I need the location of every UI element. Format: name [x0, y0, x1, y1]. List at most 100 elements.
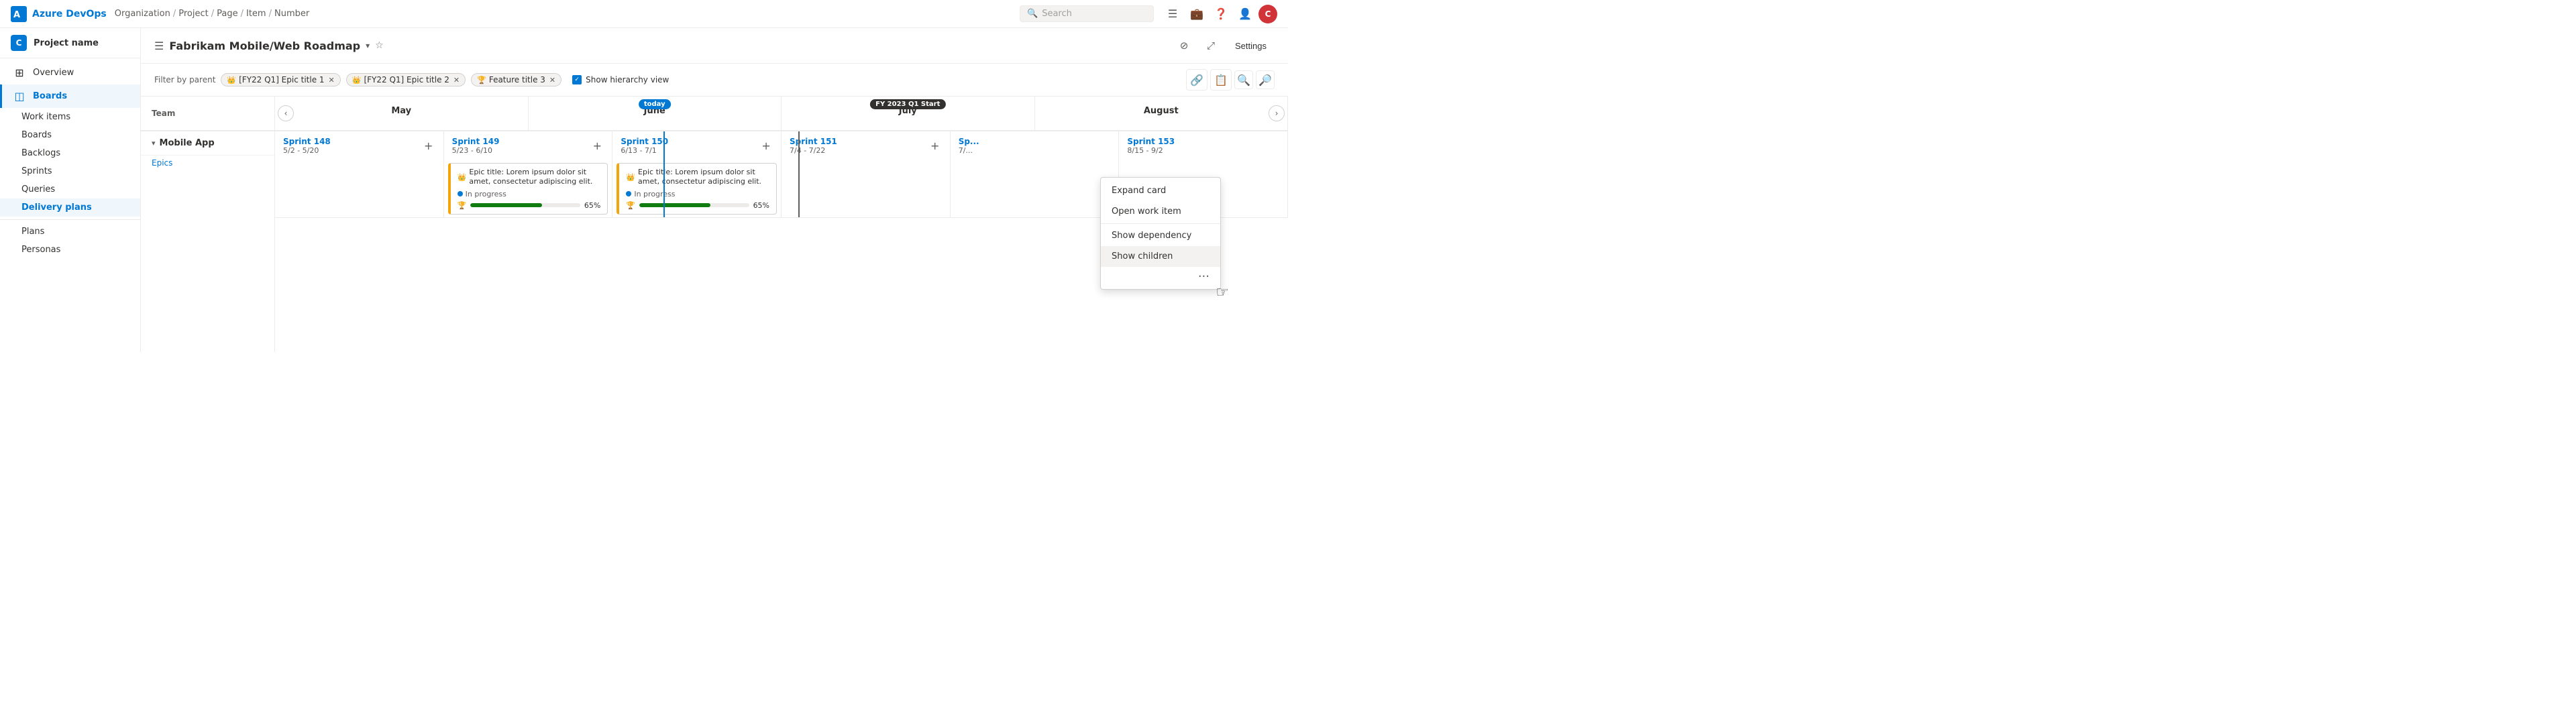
- sprint-151-info: Sprint 151 7/4 - 7/22: [790, 137, 837, 155]
- sprint-149-name[interactable]: Sprint 149: [452, 137, 500, 146]
- sidebar-item-delivery-plans[interactable]: Delivery plans: [0, 198, 140, 217]
- filter-bar: Filter by parent 👑 [FY22 Q1] Epic title …: [141, 64, 1288, 97]
- user-avatar[interactable]: C: [1258, 5, 1277, 23]
- sidebar-item-queries[interactable]: Queries: [0, 180, 140, 198]
- boards-sub-label: Boards: [21, 130, 52, 140]
- open-work-item-label: Open work item: [1112, 207, 1181, 217]
- team-expand-icon[interactable]: ▾: [152, 139, 156, 148]
- sprint-151-name[interactable]: Sprint 151: [790, 137, 837, 146]
- personas-label: Personas: [21, 245, 60, 255]
- sprint-col-149: Sprint 149 5/23 - 6/10 + 👑: [444, 131, 613, 217]
- trophy-progress-icon-2: 🏆: [626, 201, 635, 210]
- context-menu-show-children[interactable]: Show children: [1101, 246, 1220, 267]
- sidebar-item-backlogs[interactable]: Backlogs: [0, 144, 140, 162]
- sprint-149-dates: 5/23 - 6/10: [452, 146, 500, 155]
- filter-chip-epic1[interactable]: 👑 [FY22 Q1] Epic title 1 ✕: [221, 73, 340, 86]
- roadmap-area: Team ‹ May June today July F: [141, 97, 1288, 352]
- status-text-2: In progress: [634, 190, 675, 198]
- help-icon-btn[interactable]: ❓: [1210, 3, 1232, 25]
- breadcrumb-item[interactable]: Item: [246, 9, 266, 19]
- expand-card-label: Expand card: [1112, 186, 1166, 196]
- epic-card-2[interactable]: 👑 Epic title: Lorem ipsum dolor sit amet…: [616, 163, 777, 215]
- filter-icon-btn[interactable]: ⊘: [1173, 35, 1195, 56]
- plan-dropdown-icon[interactable]: ▾: [366, 41, 370, 50]
- epic-card-2-header: 👑 Epic title: Lorem ipsum dolor sit amet…: [626, 168, 769, 187]
- person-icon-btn[interactable]: 👤: [1234, 3, 1256, 25]
- breadcrumb-page[interactable]: Page: [217, 9, 237, 19]
- sprint-col-152: Sp... 7/...: [951, 131, 1120, 217]
- filter-chip-close-1[interactable]: ✕: [329, 76, 335, 84]
- context-menu-open-work-item[interactable]: Open work item: [1101, 201, 1220, 222]
- breadcrumb-org[interactable]: Organization: [115, 9, 170, 19]
- sidebar-item-overview[interactable]: ⊞ Overview: [0, 61, 140, 84]
- team-name: Mobile App: [160, 138, 215, 148]
- breadcrumb: Organization / Project / Page / Item / N…: [115, 9, 309, 19]
- zoom-in-btn[interactable]: 🔍: [1234, 70, 1253, 89]
- expand-icon-btn[interactable]: ⤢: [1200, 35, 1222, 56]
- epic-crown-icon-1: 👑: [458, 173, 467, 182]
- list-icon-btn[interactable]: ☰: [1162, 3, 1183, 25]
- sprint-150-dates: 6/13 - 7/1: [621, 146, 668, 155]
- nav-icons: ☰ 💼 ❓ 👤 C: [1162, 3, 1277, 25]
- context-menu: Expand card Open work item Show dependen…: [1100, 177, 1221, 290]
- sprint-150-header: Sprint 150 6/13 - 7/1 +: [612, 131, 781, 160]
- sidebar-item-boards[interactable]: ◫ Boards: [0, 84, 140, 108]
- months-header: ‹ May June today July FY 2023 Q1 Start: [275, 97, 1288, 130]
- team-epics-link[interactable]: Epics: [141, 156, 274, 170]
- page-header: ☰ Fabrikam Mobile/Web Roadmap ▾ ☆ ⊘ ⤢ Se…: [141, 28, 1288, 64]
- hierarchy-toggle[interactable]: ✓ Show hierarchy view: [572, 75, 669, 84]
- sprint-150-name[interactable]: Sprint 150: [621, 137, 668, 146]
- status-dot-2: [626, 191, 631, 196]
- filter-chip-epic2[interactable]: 👑 [FY22 Q1] Epic title 2 ✕: [346, 73, 466, 86]
- sidebar-item-personas[interactable]: Personas: [0, 241, 140, 259]
- sprint-150-info: Sprint 150 6/13 - 7/1: [621, 137, 668, 155]
- context-menu-divider: [1101, 223, 1220, 224]
- filter-chip-close-3[interactable]: ✕: [549, 76, 555, 84]
- hierarchy-label: Show hierarchy view: [586, 75, 669, 84]
- sidebar-item-boards-sub[interactable]: Boards: [0, 126, 140, 144]
- sprint-148-info: Sprint 148 5/2 - 5/20: [283, 137, 331, 155]
- settings-button[interactable]: Settings: [1227, 38, 1275, 54]
- sprint-148-add-btn[interactable]: +: [422, 139, 435, 153]
- epic-card-1[interactable]: 👑 Epic title: Lorem ipsum dolor sit amet…: [448, 163, 608, 215]
- search-box[interactable]: 🔍 Search: [1020, 5, 1154, 22]
- context-menu-expand-card[interactable]: Expand card: [1101, 180, 1220, 201]
- sprint-149-add-btn[interactable]: +: [590, 139, 604, 153]
- message-icon-btn[interactable]: 📋: [1210, 69, 1232, 91]
- zoom-out-btn[interactable]: 🔎: [1256, 70, 1275, 89]
- context-menu-show-dependency[interactable]: Show dependency: [1101, 225, 1220, 246]
- sidebar-item-work-items[interactable]: Work items: [0, 108, 140, 126]
- sprint-153-name[interactable]: Sprint 153: [1127, 137, 1175, 146]
- epic-card-1-text: Epic title: Lorem ipsum dolor sit amet, …: [469, 168, 600, 187]
- favorite-star-icon[interactable]: ☆: [375, 40, 384, 51]
- filter-chip-text-3: Feature title 3: [489, 75, 545, 84]
- sprint-148-name[interactable]: Sprint 148: [283, 137, 331, 146]
- briefcase-icon-btn[interactable]: 💼: [1186, 3, 1208, 25]
- filter-chip-text-1: [FY22 Q1] Epic title 1: [239, 75, 324, 84]
- epic-card-1-header: 👑 Epic title: Lorem ipsum dolor sit amet…: [458, 168, 601, 187]
- epic-card-2-text: Epic title: Lorem ipsum dolor sit amet, …: [638, 168, 769, 187]
- project-name: Project name: [34, 38, 99, 48]
- sprint-152-name[interactable]: Sp...: [959, 137, 979, 146]
- filter-chip-close-2[interactable]: ✕: [453, 76, 460, 84]
- prev-month-btn[interactable]: ‹: [278, 105, 294, 121]
- breadcrumb-number[interactable]: Number: [274, 9, 309, 19]
- sprint-149-header: Sprint 149 5/23 - 6/10 +: [444, 131, 612, 160]
- breadcrumb-project[interactable]: Project: [178, 9, 208, 19]
- sprint-col-151: Sprint 151 7/4 - 7/22 +: [782, 131, 951, 217]
- filter-label: Filter by parent: [154, 75, 215, 84]
- month-label-august: August: [1035, 97, 1288, 125]
- sidebar-item-plans[interactable]: Plans: [0, 223, 140, 241]
- hierarchy-checkbox[interactable]: ✓: [572, 75, 582, 84]
- next-month-btn[interactable]: ›: [1269, 105, 1285, 121]
- sprint-151-dates: 7/4 - 7/22: [790, 146, 837, 155]
- sprint-153-header: Sprint 153 8/15 - 9/2: [1119, 131, 1287, 160]
- sprint-150-add-btn[interactable]: +: [759, 139, 773, 153]
- sprint-151-add-btn[interactable]: +: [928, 139, 942, 153]
- sidebar-item-sprints[interactable]: Sprints: [0, 162, 140, 180]
- filter-chip-feature3[interactable]: 🏆 Feature title 3 ✕: [471, 73, 561, 86]
- azure-devops-logo[interactable]: A Azure DevOps: [11, 6, 107, 22]
- link-icon-btn[interactable]: 🔗: [1186, 69, 1208, 91]
- context-menu-more-dots[interactable]: ···: [1101, 267, 1220, 286]
- epic-crown-icon-2: 👑: [626, 173, 635, 182]
